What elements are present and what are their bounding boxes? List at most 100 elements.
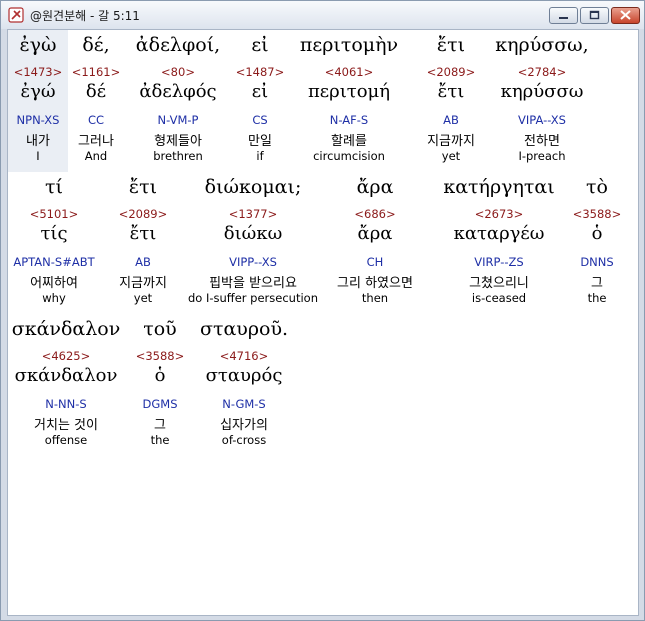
lemma: ἐγώ — [20, 81, 56, 102]
interlinear-panel[interactable]: ἐγὼ <1473> ἐγώ NPN-XS 내가 I δέ, <1161> δέ… — [7, 29, 639, 616]
word-cell[interactable]: κηρύσσω, <2784> κηρύσσω VIPA--XS 전하면 I-p… — [492, 30, 592, 172]
lemma: σταυρός — [205, 365, 283, 386]
greek-word: τί — [45, 176, 63, 198]
english-gloss: circumcision — [313, 149, 385, 163]
word-cell[interactable]: ἐγὼ <1473> ἐγώ NPN-XS 내가 I — [8, 30, 68, 172]
korean-gloss: 그쳤으리니 — [469, 276, 529, 291]
korean-gloss: 거치는 것이 — [34, 418, 98, 433]
korean-gloss: 그 — [154, 418, 166, 433]
lemma: δέ — [85, 81, 107, 102]
lemma: εἰ — [251, 81, 269, 102]
strong-number: <2673> — [474, 207, 524, 221]
english-gloss: I — [36, 149, 40, 163]
english-gloss: yet — [133, 291, 153, 305]
greek-word: δέ, — [82, 34, 110, 56]
lemma: διώκω — [223, 223, 283, 244]
minimize-button[interactable] — [549, 7, 578, 24]
parse-code: NPN-XS — [16, 113, 60, 127]
korean-gloss: 그러나 — [78, 134, 114, 149]
korean-gloss: 할례를 — [331, 134, 367, 149]
korean-gloss: 전하면 — [524, 134, 560, 149]
greek-word: σταυροῦ. — [199, 318, 289, 340]
strong-number: <4625> — [41, 349, 91, 363]
word-cell[interactable]: κατήργηται <2673> καταργέω VIRP--ZS 그쳤으리… — [430, 172, 568, 314]
lemma: ἄρα — [357, 223, 393, 244]
parse-code: DGMS — [142, 397, 178, 411]
english-gloss: then — [361, 291, 389, 305]
greek-word: τοῦ — [143, 318, 177, 340]
word-cell[interactable]: ἔτι <2089> ἔτι AB 지금까지 yet — [100, 172, 186, 314]
korean-gloss: 형제들아 — [154, 134, 202, 149]
english-gloss: I-preach — [518, 149, 566, 163]
lemma: ἔτι — [129, 223, 157, 244]
app-window: @원견분해 - 갈 5:11 ἐγὼ <1473> ἐγώ NPN-XS 내가 … — [0, 0, 645, 621]
greek-word: ἔτι — [128, 176, 158, 198]
strong-number: <1473> — [13, 65, 63, 79]
lemma: ὁ — [591, 223, 603, 244]
strong-number: <3588> — [572, 207, 622, 221]
greek-word: τὸ — [586, 176, 608, 198]
greek-word: ἐγὼ — [19, 34, 57, 56]
strong-number: <5101> — [29, 207, 79, 221]
korean-gloss: 지금까지 — [427, 134, 475, 149]
greek-word: κατήργηται — [443, 176, 555, 198]
strong-number: <4716> — [219, 349, 269, 363]
title-bar[interactable]: @원견분해 - 갈 5:11 — [1, 1, 644, 29]
lemma: περιτομή — [307, 81, 391, 102]
korean-gloss: 핍박을 받으리요 — [209, 276, 297, 291]
parse-code: APTAN-S#ABT — [13, 255, 95, 269]
parse-code: CS — [252, 113, 268, 127]
maximize-button[interactable] — [580, 7, 609, 24]
maximize-icon — [589, 10, 600, 20]
parse-code: AB — [135, 255, 151, 269]
lemma: ἀδελφός — [139, 81, 217, 102]
english-gloss: And — [84, 149, 108, 163]
close-button[interactable] — [611, 7, 640, 24]
word-cell[interactable]: τί <5101> τίς APTAN-S#ABT 어찌하여 why — [8, 172, 100, 314]
english-gloss: offense — [44, 433, 88, 447]
word-cell[interactable]: διώκομαι; <1377> διώκω VIPP--XS 핍박을 받으리요… — [186, 172, 320, 314]
word-cell[interactable]: ἄρα <686> ἄρα CH 그리 하였으면 then — [320, 172, 430, 314]
greek-word: περιτομὴν — [299, 34, 399, 56]
word-cell[interactable]: τοῦ <3588> ὁ DGMS 그 the — [124, 314, 196, 456]
english-gloss: the — [587, 291, 607, 305]
word-cell[interactable]: εἰ <1487> εἰ CS 만일 if — [232, 30, 288, 172]
korean-gloss: 십자가의 — [220, 418, 268, 433]
lemma: ὁ — [154, 365, 166, 386]
app-icon[interactable] — [8, 7, 24, 23]
window-title: @원견분해 - 갈 5:11 — [30, 9, 140, 23]
lemma: σκάνδαλον — [14, 365, 118, 386]
strong-number: <3588> — [135, 349, 185, 363]
parse-code: VIRP--ZS — [474, 255, 524, 269]
english-gloss: do I-suffer persecution — [187, 291, 318, 305]
word-cell[interactable]: τὸ <3588> ὁ DNNS 그 the — [568, 172, 626, 314]
lemma: κηρύσσω — [500, 81, 584, 102]
strong-number: <1377> — [228, 207, 278, 221]
parse-code: AB — [443, 113, 459, 127]
word-cell[interactable]: σκάνδαλον <4625> σκάνδαλον N-NN-S 거치는 것이… — [8, 314, 124, 456]
greek-word: ἀδελφοί, — [135, 34, 221, 56]
word-cell[interactable]: σταυροῦ. <4716> σταυρός N-GM-S 십자가의 of-c… — [196, 314, 292, 456]
korean-gloss: 그 — [591, 276, 603, 291]
word-cell[interactable]: ἀδελφοί, <80> ἀδελφός N-VM-P 형제들아 brethr… — [124, 30, 232, 172]
minimize-icon — [559, 17, 568, 19]
parse-code: N-VM-P — [157, 113, 199, 127]
strong-number: <686> — [354, 207, 396, 221]
english-gloss: is-ceased — [471, 291, 527, 305]
english-gloss: if — [256, 149, 264, 163]
parse-code: VIPA--XS — [518, 113, 566, 127]
parse-code: CH — [366, 255, 384, 269]
strong-number: <4061> — [324, 65, 374, 79]
greek-word: σκάνδαλον — [11, 318, 121, 340]
word-cell[interactable]: περιτομὴν <4061> περιτομή N-AF-S 할례를 cir… — [288, 30, 410, 172]
lemma: ἔτι — [437, 81, 465, 102]
strong-number: <80> — [161, 65, 195, 79]
close-icon — [620, 10, 631, 20]
lemma: τίς — [40, 223, 68, 244]
korean-gloss: 어찌하여 — [30, 276, 78, 291]
word-cell[interactable]: δέ, <1161> δέ CC 그러나 And — [68, 30, 124, 172]
parse-code: N-NN-S — [45, 397, 87, 411]
korean-gloss: 그리 하였으면 — [337, 276, 413, 291]
word-cell[interactable]: ἔτι <2089> ἔτι AB 지금까지 yet — [410, 30, 492, 172]
strong-number: <2784> — [517, 65, 567, 79]
